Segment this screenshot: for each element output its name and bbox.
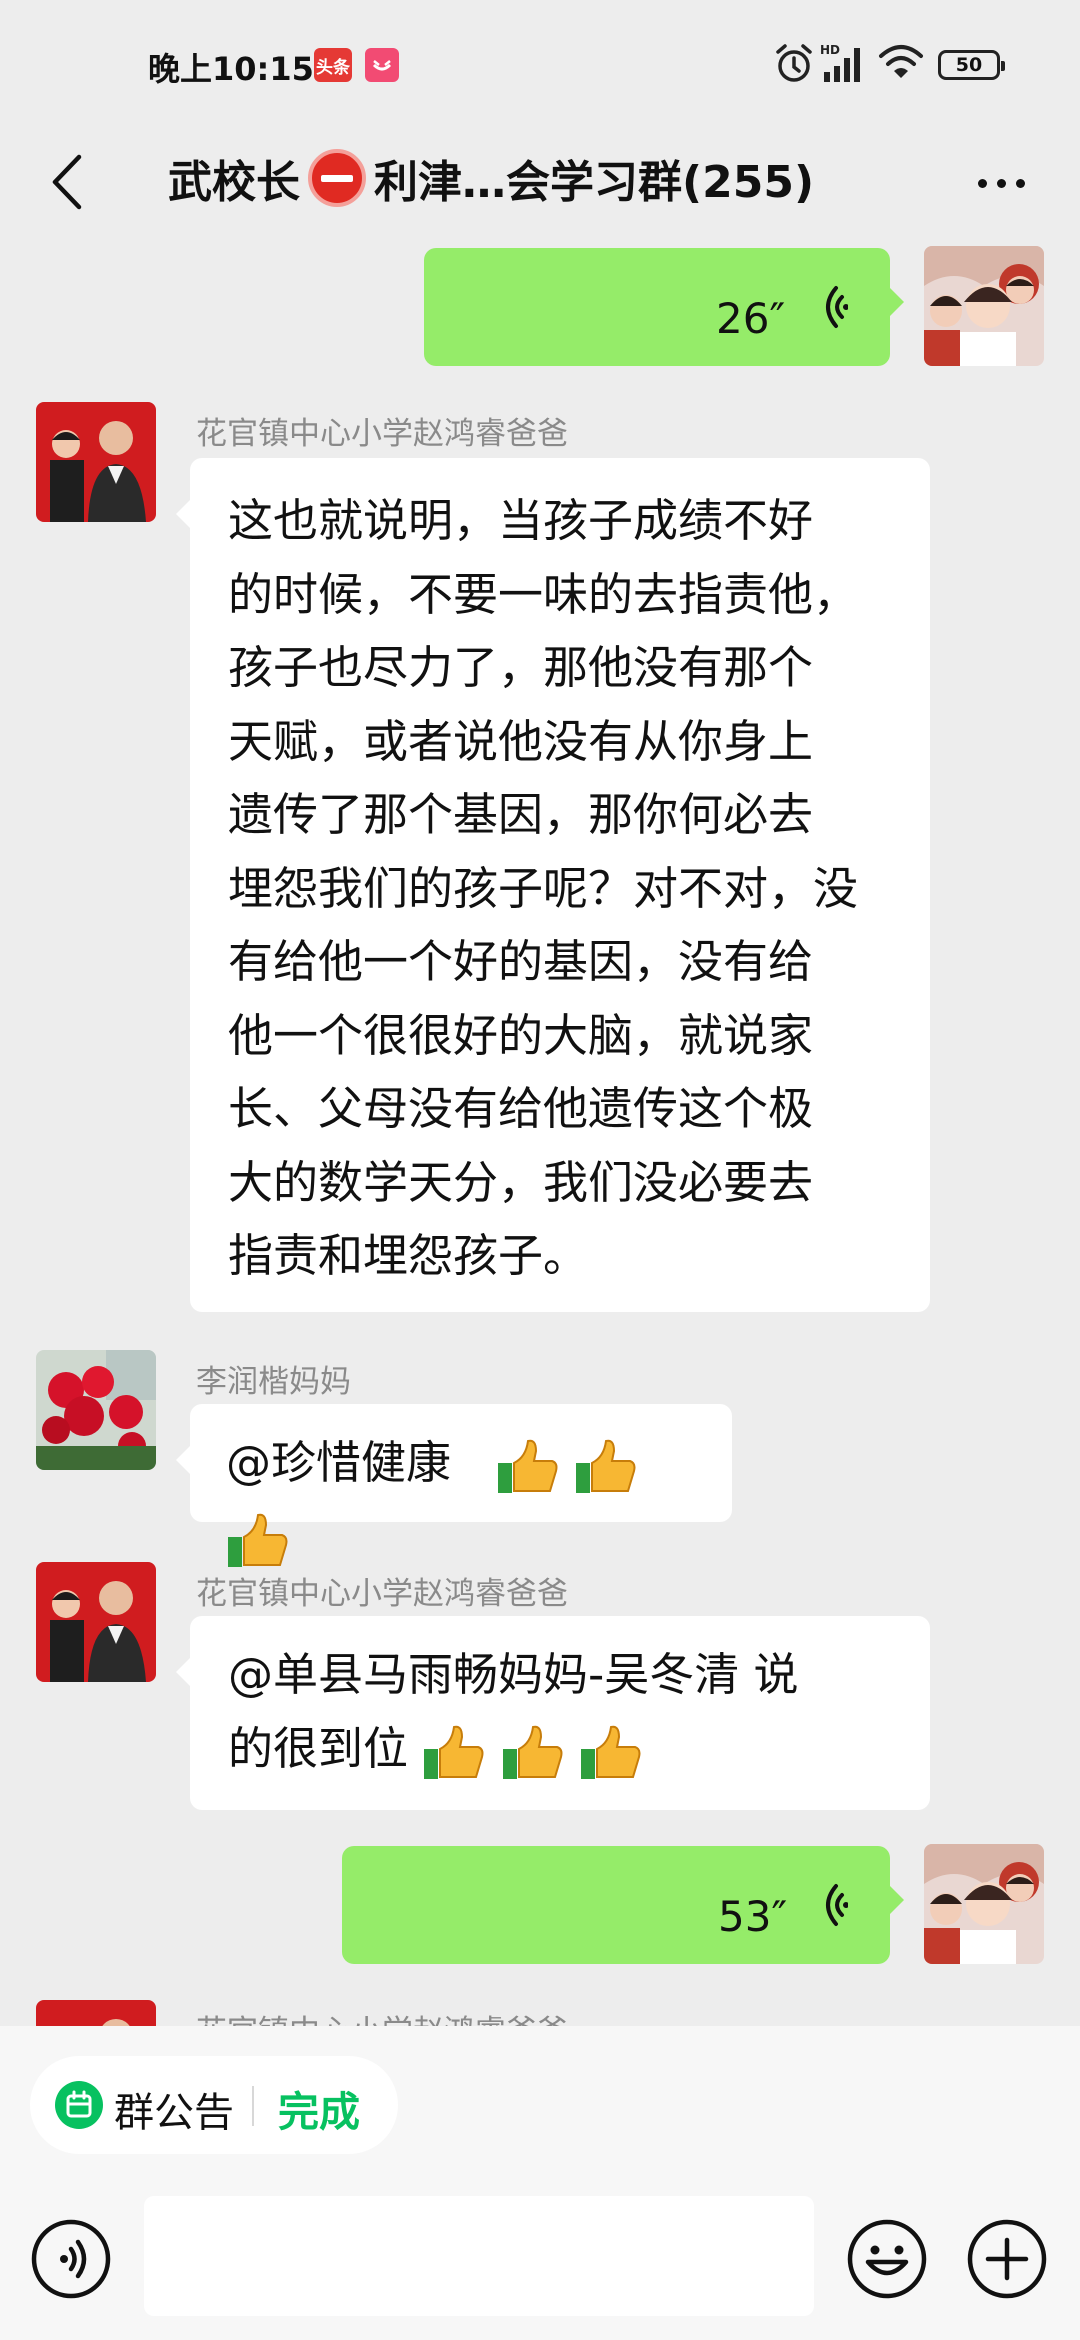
plus-icon xyxy=(967,2219,1047,2299)
message-line: 埋怨我们的孩子呢？对不对，没 xyxy=(228,861,859,915)
message-line: 孩子也尽力了，那他没有那个 xyxy=(228,641,814,694)
my-avatar[interactable] xyxy=(924,246,1044,366)
sender-avatar[interactable] xyxy=(36,402,156,522)
back-arrow-icon xyxy=(52,154,82,210)
sender-name: 花官镇中心小学赵鸿睿爸爸 xyxy=(196,416,568,452)
voice-wave-icon xyxy=(826,286,848,328)
family-photo-avatar-image xyxy=(924,246,1044,366)
divider xyxy=(252,2086,254,2126)
wifi-icon xyxy=(878,42,924,88)
chat-title-part-1: 武校长 xyxy=(168,157,300,208)
message-line: 有给他一个好的基因，没有给 xyxy=(228,935,814,988)
sender-avatar[interactable] xyxy=(36,1350,156,1470)
sender-avatar[interactable] xyxy=(36,1562,156,1682)
back-button[interactable] xyxy=(36,144,96,220)
alarm-icon xyxy=(774,42,814,90)
group-announcement-chip[interactable]: 群公告 完成 xyxy=(30,2056,398,2154)
red-flowers-avatar-image xyxy=(36,1350,156,1470)
message-line: 的时候，不要一味的去指责他， xyxy=(228,567,859,621)
message-line: 遗传了那个基因，那你何必去 xyxy=(228,788,814,841)
status-time: 晚上10:15 xyxy=(148,50,314,88)
message-line: 他一个很很好的大脑，就说家 xyxy=(228,1008,814,1062)
text-message-bubble[interactable]: 这也就说明，当孩子成绩不好 的时候，不要一味的去指责他， 孩子也尽力了，那他没有… xyxy=(176,458,930,1312)
father-son-avatar-image xyxy=(36,1562,156,1682)
thumbs-up-emoji-icon xyxy=(228,1513,288,1567)
sender-name: 花官镇中心小学赵鸿睿爸爸 xyxy=(196,1576,568,1612)
emoji-button[interactable] xyxy=(846,2218,928,2304)
announcement-label: 群公告 xyxy=(114,2090,234,2136)
message-line: 的很到位 xyxy=(228,1721,409,1775)
chat-header: 武校长 利津…会学习群(255) xyxy=(0,118,1080,246)
smiley-face-icon xyxy=(847,2219,927,2299)
message-line: 天赋，或者说他没有从你身上 xyxy=(228,714,814,768)
announcement-icon xyxy=(55,2081,103,2129)
thumbs-up-emoji-icon xyxy=(502,1725,563,1779)
more-options-button[interactable] xyxy=(966,158,1036,208)
done-button[interactable]: 完成 xyxy=(278,2078,360,2138)
text-message-bubble[interactable]: @珍惜健康 xyxy=(176,1404,732,1567)
message-line: 这也就说明，当孩子成绩不好 xyxy=(228,494,814,547)
father-son-avatar-image xyxy=(36,402,156,522)
voice-mode-button[interactable] xyxy=(30,2218,112,2304)
my-avatar[interactable] xyxy=(924,1844,1044,1964)
message-line: 长、父母没有给他遗传这个极 xyxy=(228,1082,814,1135)
voice-message-bubble[interactable]: 53″ xyxy=(342,1846,904,1964)
battery-indicator: 50 xyxy=(938,50,1005,80)
message-line: @单县马雨畅妈妈-吴冬清 说 xyxy=(228,1648,799,1701)
voice-duration: 26″ xyxy=(716,294,786,343)
app-notification-icon xyxy=(365,48,399,82)
chat-title-part-2: 利津…会学习群(255) xyxy=(374,157,815,208)
stop-sign-emoji-icon xyxy=(308,149,366,207)
dot-icon xyxy=(977,178,987,188)
voice-duration: 53″ xyxy=(718,1892,788,1941)
message-input[interactable] xyxy=(144,2196,814,2316)
sender-name: 李润楷妈妈 xyxy=(196,1364,351,1400)
status-bar: 晚上10:15 头条 HD 50 xyxy=(0,0,1080,118)
chat-title[interactable]: 武校长 利津…会学习群(255) xyxy=(168,146,814,210)
message-line: 指责和埋怨孩子。 xyxy=(228,1229,589,1282)
message-text: @珍惜健康 xyxy=(226,1436,452,1489)
more-features-button[interactable] xyxy=(966,2218,1048,2304)
dot-icon xyxy=(1015,178,1025,188)
thumbs-up-emoji-icon xyxy=(575,1439,636,1493)
toutiao-notification-icon: 头条 xyxy=(314,48,352,82)
voice-wave-icon xyxy=(826,1884,848,1926)
message-line: 大的数学天分，我们没必要去 xyxy=(228,1155,814,1209)
thumbs-up-emoji-icon xyxy=(497,1439,558,1493)
svg-text:HD: HD xyxy=(820,43,840,57)
voice-mode-icon xyxy=(31,2219,111,2299)
thumbs-up-emoji-icon xyxy=(580,1725,641,1779)
thumbs-up-emoji-icon xyxy=(424,1725,484,1779)
family-photo-avatar-image xyxy=(924,1844,1044,1964)
text-message-bubble[interactable]: @单县马雨畅妈妈-吴冬清 说 的很到位 xyxy=(176,1616,930,1810)
dot-icon xyxy=(996,178,1006,188)
signal-icon: HD xyxy=(820,42,868,90)
voice-message-bubble[interactable]: 26″ xyxy=(424,248,904,366)
